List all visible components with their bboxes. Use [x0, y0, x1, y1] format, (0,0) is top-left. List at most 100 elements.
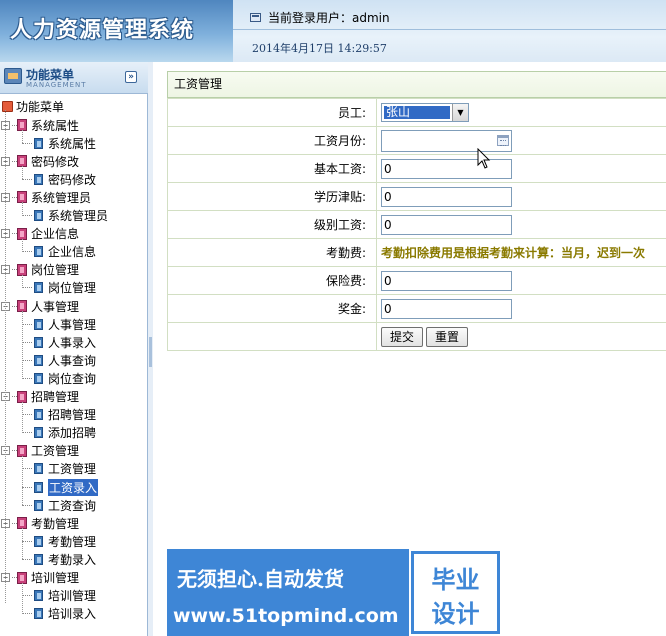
sidebar-item-0-0[interactable]: 系统属性 — [22, 134, 96, 152]
watermark-text-bottom: 设计 — [431, 600, 480, 628]
tree-vertical-connector — [22, 311, 23, 379]
insurance-fee-input[interactable]: 0 — [381, 270, 512, 291]
tree-connector — [22, 595, 32, 597]
sidebar-group-label: 系统属性 — [31, 118, 80, 133]
tree-root[interactable]: 功能菜单 — [2, 98, 64, 114]
salary-month-picker — [381, 129, 512, 152]
sidebar-group-7[interactable]: − 工资管理 — [0, 442, 79, 460]
sidebar-item-label: 系统属性 — [48, 136, 97, 151]
tree-connector — [22, 341, 32, 343]
tree-connector — [22, 287, 32, 289]
attendance-fee-note: 考勤扣除费用是根据考勤来计算：当月，迟到一次 — [381, 246, 646, 260]
app-title: 人力资源管理系统 — [10, 17, 195, 43]
sidebar-item-5-0[interactable]: 人事管理 — [22, 315, 96, 333]
form-row-level: 级别工资: 0 — [167, 210, 666, 239]
sidebar-group-label: 工资管理 — [31, 444, 80, 459]
level-salary-input[interactable]: 0 — [381, 214, 512, 235]
sidebar-group-3[interactable]: − 企业信息 — [0, 225, 79, 243]
sidebar-group-4[interactable]: − 岗位管理 — [0, 261, 79, 279]
submit-button[interactable]: 提交 — [381, 326, 424, 347]
sidebar-item-9-1[interactable]: 培训录入 — [22, 605, 96, 623]
sidebar-item-4-0[interactable]: 岗位管理 — [22, 279, 96, 297]
watermark-right: 毕业 设计 — [411, 551, 500, 634]
sidebar-item-label: 工资查询 — [48, 498, 97, 513]
sidebar-item-label: 岗位查询 — [48, 371, 97, 386]
page-icon — [34, 372, 43, 384]
page-icon — [34, 137, 43, 149]
sidebar-item-label: 密码修改 — [48, 172, 97, 187]
tree-vertical-connector — [22, 455, 23, 506]
sidebar-item-5-3[interactable]: 岗位查询 — [22, 369, 96, 387]
sidebar-item-label: 系统管理员 — [48, 209, 109, 223]
salary-month-input[interactable] — [381, 129, 512, 152]
form-row-insurance: 保险费: 0 — [167, 266, 666, 295]
sidebar-item-7-2[interactable]: 工资查询 — [22, 496, 96, 514]
page-icon — [34, 246, 43, 258]
sidebar-item-5-2[interactable]: 人事查询 — [22, 351, 96, 369]
watermark-slogan: 无须担心.自动发货 — [177, 567, 344, 591]
sidebar-group-label: 密码修改 — [31, 154, 80, 169]
bonus-input[interactable]: 0 — [381, 298, 512, 319]
attendance-fee-label: 考勤费: — [167, 238, 377, 267]
sidebar-item-1-0[interactable]: 密码修改 — [22, 170, 96, 188]
sidebar-group-5[interactable]: − 人事管理 — [0, 297, 79, 315]
sidebar-group-label: 考勤管理 — [31, 516, 80, 531]
collapse-menu-icon[interactable]: » — [125, 71, 137, 83]
sidebar-item-7-0[interactable]: 工资管理 — [22, 460, 96, 478]
tree-connector — [22, 323, 32, 325]
bonus-label: 奖金: — [167, 294, 377, 323]
sidebar-item-6-1[interactable]: 添加招聘 — [22, 424, 96, 442]
page-icon — [34, 608, 43, 620]
sidebar-group-0[interactable]: − 系统属性 — [0, 116, 79, 134]
sidebar-item-9-0[interactable]: 培训管理 — [22, 587, 96, 605]
page-icon — [34, 318, 43, 330]
chevron-down-icon[interactable]: ▼ — [452, 104, 468, 121]
sidebar-item-label: 考勤录入 — [48, 552, 97, 567]
sidebar-splitter[interactable] — [148, 62, 153, 636]
employee-select[interactable]: 张山 ▼ — [381, 103, 469, 122]
sidebar-group-label: 培训管理 — [31, 571, 80, 585]
page-icon — [34, 535, 43, 547]
menu-subtitle: MANAGEMENT — [26, 81, 87, 89]
monitor-icon — [250, 13, 261, 22]
tree-root-label: 功能菜单 — [16, 99, 65, 114]
app-header: 人力资源管理系统 当前登录用户：admin 2014年4月17日 14:29:5… — [0, 0, 666, 62]
sidebar-group-label: 招聘管理 — [31, 390, 80, 404]
sidebar-group-9[interactable]: − 培训管理 — [0, 569, 79, 587]
base-salary-label: 基本工资: — [167, 154, 377, 183]
sidebar-item-8-1[interactable]: 考勤录入 — [22, 550, 96, 568]
sidebar-group-8[interactable]: − 考勤管理 — [0, 514, 79, 532]
actions-spacer — [167, 322, 377, 351]
watermark-left: 无须担心.自动发货 www.51topmind.com — [167, 549, 409, 636]
sidebar-item-7-1[interactable]: 工资录入 — [22, 478, 99, 496]
sidebar-item-label: 人事录入 — [48, 335, 97, 350]
sidebar-item-label: 招聘管理 — [48, 408, 97, 423]
watermark-banner: 无须担心.自动发货 www.51topmind.com 毕业 设计 — [167, 549, 500, 636]
form-row-base: 基本工资: 0 — [167, 154, 666, 183]
sidebar-item-5-1[interactable]: 人事录入 — [22, 333, 96, 351]
form-row-education: 学历津贴: 0 — [167, 182, 666, 211]
mouse-cursor-icon — [477, 148, 491, 169]
watermark-text-top: 毕业 — [431, 566, 480, 594]
tree-vertical-connector — [22, 202, 23, 216]
calendar-icon[interactable] — [497, 134, 509, 146]
sidebar: 功能菜单 MANAGEMENT » 功能菜单 − 系统属性 系统属性 − 密码修改 密码修… — [0, 62, 148, 636]
sidebar-item-6-0[interactable]: 招聘管理 — [22, 406, 96, 424]
sidebar-group-6[interactable]: − 招聘管理 — [0, 388, 79, 406]
sidebar-group-1[interactable]: − 密码修改 — [0, 152, 79, 170]
page-icon — [34, 463, 43, 475]
tree-vertical-connector — [22, 582, 23, 614]
tree-root-connector — [5, 110, 6, 603]
salary-panel: 工资管理 员工: 张山 ▼ 工资月份: 基本工资: 0 学历津贴: 0 级别工资… — [167, 71, 666, 351]
sidebar-item-2-0[interactable]: 系统管理员 — [22, 207, 108, 225]
tree-vertical-connector — [22, 528, 23, 560]
sidebar-group-2[interactable]: − 系统管理员 — [0, 188, 91, 206]
sidebar-item-8-0[interactable]: 考勤管理 — [22, 532, 96, 550]
sidebar-item-label: 培训录入 — [48, 607, 97, 622]
tree-connector — [22, 504, 32, 506]
base-salary-input[interactable]: 0 — [381, 158, 512, 179]
sidebar-item-3-0[interactable]: 企业信息 — [22, 243, 96, 261]
reset-button[interactable]: 重置 — [426, 326, 469, 347]
sidebar-group-label: 系统管理员 — [31, 190, 92, 205]
education-allowance-input[interactable]: 0 — [381, 186, 512, 207]
